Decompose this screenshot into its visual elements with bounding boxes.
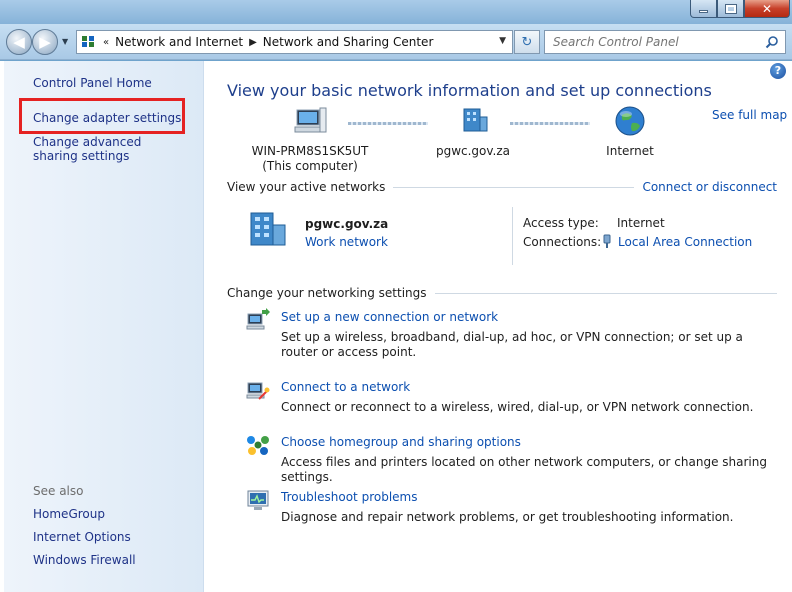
maximize-button[interactable]: [717, 0, 744, 18]
main-panel: ? View your basic network information an…: [205, 61, 792, 592]
computer-icon: [294, 107, 327, 133]
title-bar: ✕: [0, 0, 792, 24]
search-icon[interactable]: [765, 35, 779, 49]
search-box: [544, 30, 786, 54]
sidebar-item-windows-firewall[interactable]: Windows Firewall: [33, 553, 136, 567]
sidebar-item-internet-options[interactable]: Internet Options: [33, 530, 131, 544]
map-node-internet[interactable]: Internet: [590, 105, 670, 159]
breadcrumb-overflow-icon[interactable]: «: [103, 37, 109, 48]
work-network-link[interactable]: Work network: [305, 235, 388, 249]
networking-settings-header: Change your networking settings: [227, 286, 777, 300]
connect-to-network-icon: [246, 382, 270, 400]
access-type-value: Internet: [617, 216, 665, 230]
recent-pages-dropdown[interactable]: ▼: [62, 37, 68, 46]
internet-label: Internet: [606, 144, 654, 158]
connections-label: Connections:: [523, 235, 602, 249]
homegroup-sharing-options-link[interactable]: Choose homegroup and sharing options: [281, 435, 521, 449]
networking-settings-heading: Change your networking settings: [227, 286, 427, 300]
section-divider: [393, 186, 635, 188]
close-button[interactable]: ✕: [744, 0, 790, 18]
homegroup-sharing-options-description: Access files and printers located on oth…: [281, 455, 767, 484]
address-dropdown-icon[interactable]: ▼: [499, 36, 506, 46]
troubleshoot-icon: [247, 490, 269, 510]
work-network-icon[interactable]: [245, 209, 291, 249]
breadcrumb-network-and-internet[interactable]: Network and Internet: [115, 35, 243, 49]
back-arrow-icon: ◀: [13, 33, 25, 51]
refresh-button[interactable]: ↻: [514, 30, 540, 54]
breadcrumb-network-and-sharing-center[interactable]: Network and Sharing Center: [263, 35, 434, 49]
troubleshoot-problems-link[interactable]: Troubleshoot problems: [281, 490, 417, 504]
help-icon[interactable]: ?: [770, 63, 786, 79]
active-networks-heading: View your active networks: [227, 180, 386, 194]
sidebar-item-change-advanced-sharing-settings[interactable]: Change advanced sharing settings: [33, 135, 183, 163]
active-networks-header: View your active networks Connect or dis…: [227, 180, 777, 194]
address-bar[interactable]: « Network and Internet ▶ Network and Sha…: [76, 30, 513, 54]
minimize-icon: [699, 10, 708, 13]
new-connection-icon: [246, 308, 270, 330]
navigation-bar: ◀ ▶ ▼ « Network and Internet ▶ Network a…: [0, 24, 792, 60]
sidebar-item-homegroup[interactable]: HomeGroup: [33, 507, 105, 521]
breadcrumb-separator-icon[interactable]: ▶: [249, 37, 257, 48]
forward-button[interactable]: ▶: [32, 29, 58, 55]
network-building-icon: [463, 108, 488, 132]
connect-or-disconnect-link[interactable]: Connect or disconnect: [642, 180, 777, 194]
active-network-name: pgwc.gov.za: [305, 217, 389, 231]
window-controls: ✕: [690, 0, 790, 18]
computer-subtitle: (This computer): [262, 159, 358, 173]
sidebar-item-control-panel-home[interactable]: Control Panel Home: [33, 76, 152, 90]
troubleshoot-problems-description: Diagnose and repair network problems, or…: [281, 510, 734, 524]
access-type-label: Access type:: [523, 216, 599, 230]
computer-name: WIN-PRM8S1SK5UT: [251, 144, 369, 158]
maximize-icon: [724, 3, 737, 14]
minimize-button[interactable]: [690, 0, 717, 18]
control-panel-icon: [81, 35, 97, 49]
left-task-pane: Control Panel Home Change adapter settin…: [4, 61, 204, 592]
connect-to-network-link[interactable]: Connect to a network: [281, 380, 410, 394]
section-divider: [434, 292, 777, 294]
see-also-heading: See also: [33, 484, 84, 498]
see-full-map-link[interactable]: See full map: [712, 108, 787, 122]
ethernet-icon: [603, 234, 611, 248]
map-node-computer[interactable]: WIN-PRM8S1SK5UT (This computer): [245, 105, 375, 174]
page-title: View your basic network information and …: [227, 81, 712, 100]
refresh-icon: ↻: [521, 34, 533, 50]
search-input[interactable]: [553, 35, 763, 49]
globe-icon: [615, 106, 645, 136]
forward-arrow-icon: ▶: [39, 33, 51, 51]
vertical-divider: [512, 207, 513, 265]
network-name: pgwc.gov.za: [435, 144, 511, 158]
local-area-connection-link[interactable]: Local Area Connection: [618, 235, 752, 249]
map-connector-line: [510, 122, 590, 125]
sidebar-item-change-adapter-settings[interactable]: Change adapter settings: [33, 111, 181, 125]
setup-new-connection-description: Set up a wireless, broadband, dial-up, a…: [281, 330, 743, 359]
map-connector-line: [348, 122, 428, 125]
map-node-network[interactable]: pgwc.gov.za: [423, 105, 523, 159]
back-button[interactable]: ◀: [6, 29, 32, 55]
setup-new-connection-link[interactable]: Set up a new connection or network: [281, 310, 498, 324]
content-frame: Control Panel Home Change adapter settin…: [0, 61, 792, 592]
close-icon: ✕: [761, 1, 773, 16]
homegroup-icon: [247, 436, 269, 455]
connect-to-network-description: Connect or reconnect to a wireless, wire…: [281, 400, 754, 414]
